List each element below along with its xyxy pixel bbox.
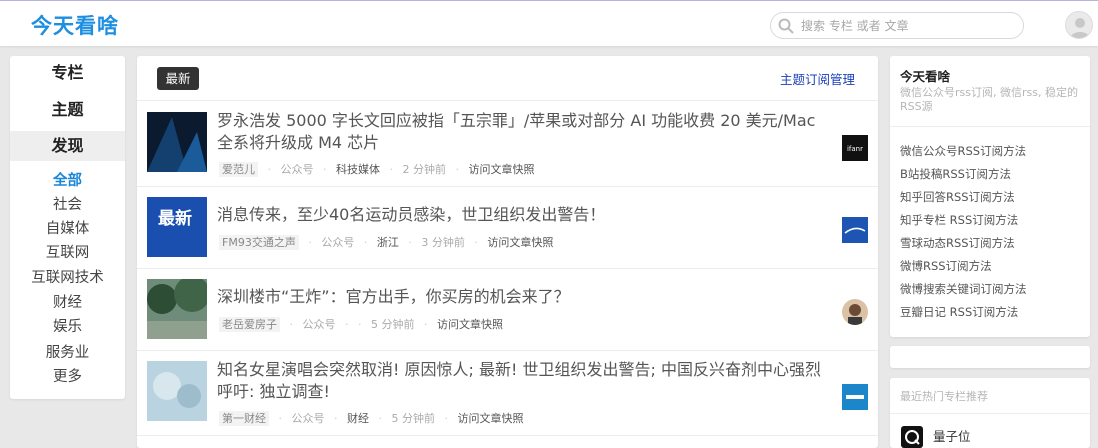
article-meta: 爱范儿 · 公众号 · 科技媒体 · 2 分钟前 · 访问文章快照: [219, 161, 541, 177]
article-title[interactable]: 知名女星演唱会突然取消! 原因惊人; 最新! 世卫组织发出警告; 中国反兴奋剂中…: [217, 359, 827, 403]
article-type: 公众号: [291, 412, 325, 425]
article-time: 5 分钟前: [371, 318, 415, 331]
category-society[interactable]: 社会: [10, 194, 125, 216]
recommend-item-label[interactable]: 量子位: [933, 426, 971, 445]
article-item[interactable]: 最新 消息传来，至少40名运动员感染，世卫组织发出警告！ FM93交通之声 · …: [137, 187, 878, 269]
rss-guide-panel: 今天看啥 微信公众号rss订阅, 微信rss, 稳定的RSS源 微信公众号RSS…: [890, 56, 1090, 337]
panel-title: 今天看啥: [900, 69, 951, 84]
category-more[interactable]: 更多: [10, 366, 125, 388]
article-category[interactable]: 科技媒体: [336, 163, 380, 176]
recommend-panel: 最近热门专栏推荐 量子位: [890, 378, 1090, 448]
guide-link-xueqiu[interactable]: 雪球动态RSS订阅方法: [900, 236, 1015, 250]
article-snapshot-link[interactable]: 访问文章快照: [487, 236, 553, 249]
article-source[interactable]: FM93交通之声: [219, 235, 299, 250]
article-thumbnail[interactable]: [147, 279, 207, 339]
article-type: 公众号: [302, 318, 336, 331]
article-category[interactable]: 浙江: [377, 236, 399, 249]
search-input[interactable]: [801, 16, 1011, 35]
article-title[interactable]: 消息传来，至少40名运动员感染，世卫组织发出警告！: [217, 204, 827, 226]
thumbnail-label: 最新: [158, 208, 192, 229]
article-item[interactable]: 知名女星演唱会突然取消! 原因惊人; 最新! 世卫组织发出警告; 中国反兴奋剂中…: [137, 351, 878, 436]
source-favicon[interactable]: [842, 384, 868, 410]
search-box[interactable]: [770, 12, 1024, 39]
source-favicon[interactable]: [842, 299, 868, 325]
article-item[interactable]: 深圳楼市“王炸”：官方出手，你买房的机会来了？ 老岳爱房子 · 公众号 · · …: [137, 269, 878, 351]
article-snapshot-link[interactable]: 访问文章快照: [458, 412, 524, 425]
recommend-title: 最近热门专栏推荐: [900, 390, 988, 403]
article-time: 2 分钟前: [402, 163, 447, 176]
divider: [890, 126, 1090, 127]
article-meta: FM93交通之声 · 公众号 · 浙江 · 3 分钟前 · 访问文章快照: [219, 234, 559, 250]
article-time: 3 分钟前: [421, 236, 465, 249]
article-item[interactable]: 罗永浩发 5000 字长文回应被指「五宗罪」/苹果或对部分 AI 功能收费 20…: [137, 102, 878, 187]
nav-discover[interactable]: 发现: [10, 131, 125, 161]
nav-columns[interactable]: 专栏: [10, 58, 125, 88]
search-icon: [778, 18, 794, 34]
article-title[interactable]: 罗永浩发 5000 字长文回应被指「五宗罪」/苹果或对部分 AI 功能收费 20…: [217, 110, 827, 154]
article-category[interactable]: 财经: [347, 412, 369, 425]
category-service[interactable]: 服务业: [10, 342, 125, 364]
article-thumbnail[interactable]: [147, 361, 207, 421]
category-entertainment[interactable]: 娱乐: [10, 316, 125, 338]
guide-link-zhihu-answer[interactable]: 知乎回答RSS订阅方法: [900, 190, 1015, 204]
article-snapshot-link[interactable]: 访问文章快照: [437, 318, 503, 331]
category-all[interactable]: 全部: [10, 170, 125, 192]
feed-header: 最新 主题订阅管理: [137, 56, 878, 101]
article-meta: 老岳爱房子 · 公众号 · · 5 分钟前 · 访问文章快照: [219, 316, 509, 332]
site-logo[interactable]: 今天看啥: [31, 10, 119, 40]
article-source[interactable]: 第一财经: [219, 411, 269, 426]
article-source[interactable]: 老岳爱房子: [219, 317, 280, 332]
guide-link-bilibili[interactable]: B站投稿RSS订阅方法: [900, 167, 1011, 181]
tab-newest[interactable]: 最新: [157, 67, 199, 90]
source-favicon[interactable]: [842, 217, 868, 243]
source-favicon[interactable]: ifanr: [842, 135, 868, 161]
topic-subscription-link[interactable]: 主题订阅管理: [780, 69, 855, 88]
category-finance[interactable]: 财经: [10, 292, 125, 314]
user-avatar[interactable]: [1065, 11, 1093, 39]
article-thumbnail[interactable]: [147, 112, 207, 172]
category-internet[interactable]: 互联网: [10, 242, 125, 264]
guide-link-zhihu-column[interactable]: 知乎专栏 RSS订阅方法: [900, 213, 1018, 227]
empty-panel: [890, 346, 1090, 368]
guide-link-weibo-search[interactable]: 微博搜索关键词订阅方法: [900, 282, 1027, 296]
article-source[interactable]: 爱范儿: [219, 162, 258, 177]
divider: [890, 413, 1090, 414]
user-icon: [1070, 18, 1090, 38]
panel-description: 微信公众号rss订阅, 微信rss, 稳定的RSS源: [900, 86, 1078, 113]
article-feed: 最新 主题订阅管理 罗永浩发 5000 字长文回应被指「五宗罪」/苹果或对部分 …: [137, 56, 878, 448]
left-nav: 专栏 主题 发现 全部 社会 自媒体 互联网 互联网技术 财经 娱乐 服务业 更…: [10, 56, 125, 399]
guide-link-wechat[interactable]: 微信公众号RSS订阅方法: [900, 144, 1026, 158]
article-snapshot-link[interactable]: 访问文章快照: [469, 163, 535, 176]
article-time: 5 分钟前: [391, 412, 436, 425]
article-type: 公众号: [280, 163, 314, 176]
favicon-label: ifanr: [847, 145, 863, 153]
nav-topics[interactable]: 主题: [10, 95, 125, 125]
category-internet-tech[interactable]: 互联网技术: [10, 267, 125, 289]
article-meta: 第一财经 · 公众号 · 财经 · 5 分钟前 · 访问文章快照: [219, 410, 530, 426]
article-title[interactable]: 深圳楼市“王炸”：官方出手，你买房的机会来了？: [217, 286, 827, 308]
guide-link-douban[interactable]: 豆瓣日记 RSS订阅方法: [900, 305, 1018, 319]
guide-link-weibo[interactable]: 微博RSS订阅方法: [900, 259, 992, 273]
top-bar: 今天看啥: [0, 0, 1098, 46]
qbitai-icon[interactable]: [901, 426, 923, 448]
article-type: 公众号: [321, 236, 355, 249]
category-self-media[interactable]: 自媒体: [10, 218, 125, 240]
article-thumbnail[interactable]: 最新: [147, 197, 207, 257]
